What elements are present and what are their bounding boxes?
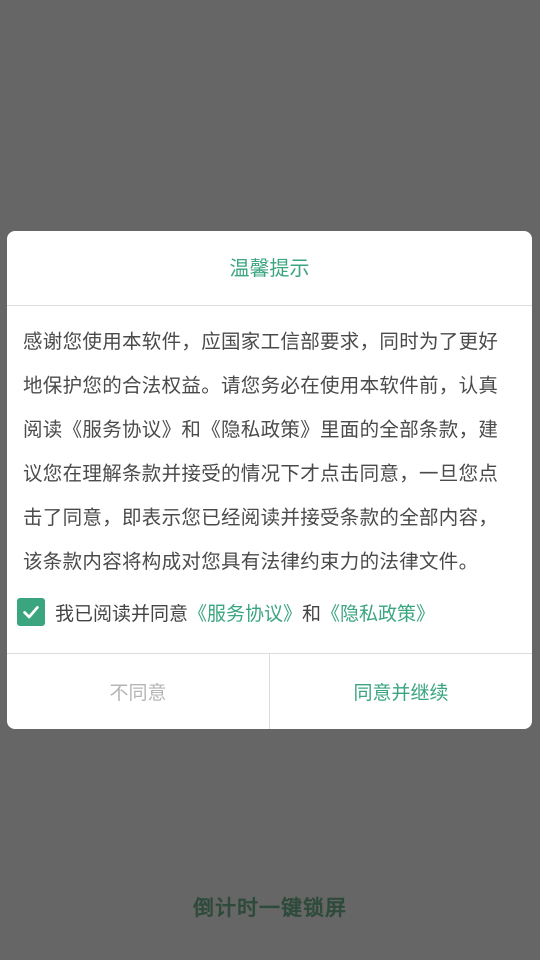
app-footer-title: 倒计时一键锁屏 [193,896,347,920]
dialog-footer: 不同意 同意并继续 [7,653,532,729]
agree-checkbox[interactable] [17,598,45,626]
privacy-policy-link[interactable]: 《隐私政策》 [321,599,435,626]
service-agreement-link[interactable]: 《服务协议》 [188,599,302,626]
agree-continue-button[interactable]: 同意并继续 [270,654,532,729]
check-icon [23,606,39,619]
and-text: 和 [302,602,322,625]
dialog-body-text: 感谢您使用本软件，应国家工信部要求，同时为了更好地保护您的合法权益。请您务必在使… [23,330,499,573]
agree-prefix-text: 我已阅读并同意 [55,602,189,625]
agree-row: 我已阅读并同意 《服务协议》 和 《隐私政策》 [17,595,435,629]
dialog-title: 温馨提示 [7,231,532,306]
privacy-dialog: 温馨提示 感谢您使用本软件，应国家工信部要求，同时为了更好地保护您的合法权益。请… [7,231,532,729]
disagree-button[interactable]: 不同意 [7,654,270,729]
